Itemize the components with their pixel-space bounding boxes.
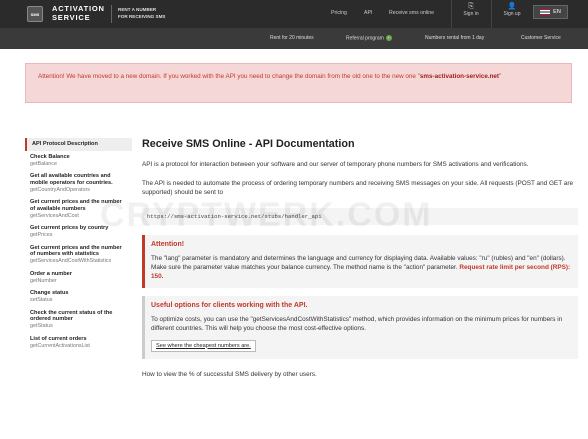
header-divider	[491, 0, 492, 28]
nav-rent-20[interactable]: Rent for 20 minutes	[270, 35, 314, 41]
sidebar-item-method: getPrices	[30, 232, 53, 238]
sidebar-item-method: getServicesAndCost	[30, 212, 79, 219]
sidebar-item-method: getServicesAndCostWithStatistics	[30, 258, 112, 264]
attention-text: The "lang" parameter is mandatory and de…	[151, 254, 572, 282]
alert-domain[interactable]: sms-activation-service.net	[420, 73, 499, 80]
tagline-line1: RENT A NUMBER	[118, 7, 157, 12]
sign-in-icon: ⎘	[468, 3, 474, 10]
uk-flag-icon	[540, 9, 551, 15]
endpoint-url: https://sms-activation-service.net/stubs…	[142, 207, 578, 225]
logo-divider	[111, 5, 112, 23]
logo-text[interactable]: ACTIVATION SERVICE	[52, 4, 105, 22]
cheapest-numbers-link[interactable]: See where the cheapest numbers are.	[151, 339, 256, 352]
plus-icon: +	[385, 35, 392, 41]
intro-paragraph: API is a protocol for interaction betwee…	[142, 161, 529, 168]
tagline-line2: FOR RECEIVING SMS	[118, 14, 166, 19]
sidebar-item-method: setStatus	[30, 297, 53, 303]
sidebar-item-orders-list[interactable]: List of current orders getCurrentActivati…	[25, 333, 132, 353]
sidebar-item-title: Order a number	[30, 270, 72, 277]
success-rate-text: How to view the % of successful SMS deli…	[142, 370, 317, 378]
sidebar-item-title: List of current orders	[30, 335, 87, 342]
useful-title: Useful options for clients working with …	[151, 302, 308, 310]
sidebar-item-title: Get current prices and the number of ava…	[30, 199, 122, 212]
referral-label: Referral program	[346, 35, 384, 42]
logo-line2: SERVICE	[52, 13, 91, 22]
sidebar-item-services-cost[interactable]: Get current prices and the number of ava…	[25, 196, 132, 222]
secondary-nav: Rent for 20 minutes Referral program + Nu…	[0, 28, 588, 49]
sidebar-item-method: getCountryAndOperators	[30, 186, 90, 193]
sidebar-item-protocol[interactable]: API Protocol Description	[25, 138, 132, 151]
language-label: EN	[553, 9, 561, 15]
sign-in-button[interactable]: ⎘ Sign in	[460, 2, 482, 17]
alert-quote: "	[499, 73, 502, 80]
attention-title: Attention!	[151, 240, 185, 248]
api-sidebar: API Protocol Description Check Balance ge…	[25, 138, 132, 352]
nav-rental-1day[interactable]: Numbers rental from 1 day	[425, 35, 484, 41]
sidebar-item-method: getNumber	[30, 277, 57, 284]
sidebar-item-get-status[interactable]: Check the current status of the ordered …	[25, 307, 132, 333]
tagline: RENT A NUMBER FOR RECEIVING SMS	[118, 6, 165, 20]
top-header: SMS ACTIVATION SERVICE RENT A NUMBER FOR…	[0, 0, 588, 28]
sidebar-item-statistics[interactable]: Get current prices and the number of num…	[25, 242, 132, 268]
useful-options-box: Useful options for clients working with …	[142, 296, 578, 359]
endpoint-paragraph: The API is needed to automate the proces…	[142, 180, 573, 197]
sidebar-item-method: getBalance	[30, 160, 57, 167]
nav-api[interactable]: API	[364, 10, 372, 16]
sign-up-label: Sign up	[503, 11, 521, 17]
sidebar-item-title: Get current prices by country	[30, 225, 109, 231]
sidebar-item-title: API Protocol Description	[32, 141, 98, 147]
nav-pricing[interactable]: Pricing	[331, 10, 347, 16]
page-title: Receive SMS Online - API Documentation	[142, 138, 355, 150]
nav-support[interactable]: Customer Service	[521, 35, 561, 41]
api-docs: Receive SMS Online - API Documentation A…	[142, 138, 578, 378]
nav-receive-sms[interactable]: Receive sms online	[389, 10, 434, 16]
nav-referral[interactable]: Referral program +	[346, 35, 392, 41]
sidebar-item-title: Get all available countries and mobile o…	[30, 173, 113, 186]
language-selector[interactable]: EN	[533, 5, 568, 19]
sidebar-item-prices[interactable]: Get current prices by country getPrices	[25, 222, 132, 242]
sidebar-item-set-status[interactable]: Change status setStatus	[25, 287, 132, 307]
logo-line1: ACTIVATION	[52, 4, 105, 13]
sidebar-item-title: Get current prices and the number of num…	[30, 244, 122, 258]
sidebar-item-title: Check Balance	[30, 153, 70, 160]
sidebar-item-method: getCurrentActivationsList	[30, 342, 90, 349]
sidebar-item-title: Change status	[30, 290, 69, 296]
useful-text: To optimize costs, you can use the "getS…	[151, 316, 563, 333]
sidebar-item-order[interactable]: Order a number getNumber	[25, 268, 132, 288]
sign-up-button[interactable]: 👤 Sign up	[500, 2, 524, 17]
header-divider	[451, 0, 452, 28]
logo-icon[interactable]: SMS	[27, 6, 43, 22]
sign-in-label: Sign in	[463, 11, 479, 17]
sidebar-item-countries[interactable]: Get all available countries and mobile o…	[25, 170, 132, 196]
sidebar-item-title: Check the current status of the ordered …	[30, 309, 113, 323]
sign-up-icon: 👤	[507, 3, 517, 10]
sidebar-item-balance[interactable]: Check Balance getBalance	[25, 151, 132, 171]
sidebar-item-method: getStatus	[30, 323, 53, 329]
domain-alert: Attention! We have moved to a new domain…	[25, 63, 572, 103]
alert-text: Attention! We have moved to a new domain…	[38, 73, 420, 80]
attention-box: Attention! The "lang" parameter is manda…	[142, 234, 578, 289]
